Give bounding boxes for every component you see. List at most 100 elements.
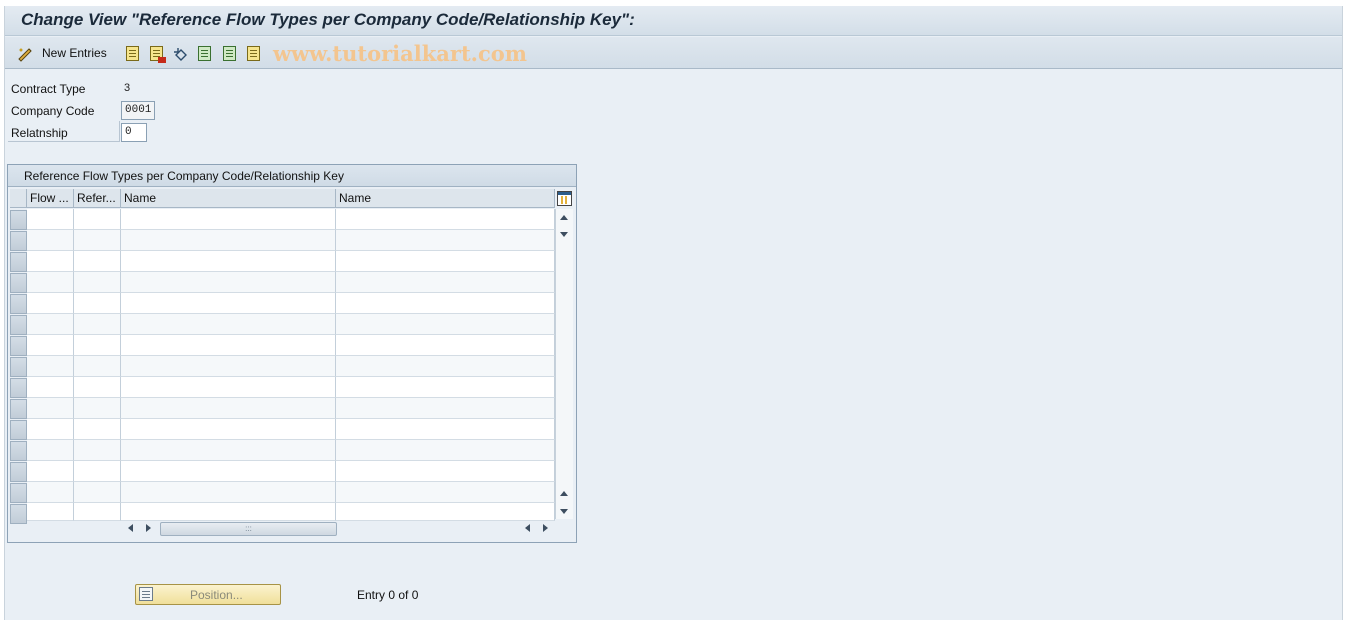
table-cell[interactable]	[121, 314, 336, 335]
row-selector[interactable]	[10, 252, 27, 272]
table-cell[interactable]	[336, 314, 555, 335]
table-cell[interactable]	[336, 356, 555, 377]
delete-button[interactable]	[150, 45, 166, 63]
deselect-all-button[interactable]	[247, 45, 260, 61]
table-cell[interactable]	[336, 482, 555, 503]
table-cell[interactable]	[121, 272, 336, 293]
table-cell[interactable]	[27, 335, 74, 356]
row-selector[interactable]	[10, 357, 27, 377]
horizontal-scroll-thumb[interactable]: :::	[160, 522, 337, 536]
row-selector[interactable]	[10, 315, 27, 335]
table-cell[interactable]	[74, 293, 121, 314]
scroll-up-icon[interactable]	[560, 215, 568, 220]
row-selector[interactable]	[10, 210, 27, 230]
vertical-scrollbar[interactable]	[555, 209, 573, 519]
table-cell[interactable]	[121, 209, 336, 230]
table-cell[interactable]	[121, 251, 336, 272]
table-cell[interactable]	[336, 440, 555, 461]
scroll-right-icon[interactable]	[146, 524, 151, 532]
scroll-down-icon[interactable]	[560, 232, 568, 237]
row-selector[interactable]	[10, 273, 27, 293]
row-selector[interactable]	[10, 420, 27, 440]
copy-as-button[interactable]	[126, 45, 139, 61]
table-cell[interactable]	[121, 356, 336, 377]
row-selector[interactable]	[10, 231, 27, 251]
row-selector[interactable]	[10, 336, 27, 356]
column-header-name-1[interactable]: Name	[121, 189, 336, 208]
new-entries-button[interactable]: New Entries	[17, 45, 107, 62]
table-cell[interactable]	[336, 377, 555, 398]
table-cell[interactable]	[121, 377, 336, 398]
row-selector[interactable]	[10, 504, 27, 524]
row-selector[interactable]	[10, 399, 27, 419]
table-cell[interactable]	[74, 377, 121, 398]
table-cell[interactable]	[74, 440, 121, 461]
table-cell[interactable]	[27, 398, 74, 419]
column-header-reference[interactable]: Refer...	[74, 189, 121, 208]
table-cell[interactable]	[27, 461, 74, 482]
row-selector[interactable]	[10, 441, 27, 461]
row-selector[interactable]	[10, 294, 27, 314]
company-code-field[interactable]: 0001	[121, 101, 155, 120]
table-cell[interactable]	[27, 209, 74, 230]
scroll-page-down-icon[interactable]	[560, 509, 568, 514]
table-cell[interactable]	[336, 335, 555, 356]
table-cell[interactable]	[121, 230, 336, 251]
table-cell[interactable]	[336, 398, 555, 419]
table-cell[interactable]	[336, 230, 555, 251]
table-cell[interactable]	[27, 272, 74, 293]
row-selector[interactable]	[10, 483, 27, 503]
table-cell[interactable]	[74, 503, 121, 521]
table-cell[interactable]	[74, 335, 121, 356]
table-cell[interactable]	[121, 482, 336, 503]
table-cell[interactable]	[336, 293, 555, 314]
table-cell[interactable]	[27, 482, 74, 503]
table-cell[interactable]	[336, 461, 555, 482]
select-all-button[interactable]	[198, 45, 211, 61]
scroll-page-up-icon[interactable]	[560, 491, 568, 496]
select-block-button[interactable]	[223, 45, 236, 61]
table-cell[interactable]	[27, 377, 74, 398]
table-cell[interactable]	[27, 230, 74, 251]
table-cell[interactable]	[74, 209, 121, 230]
scroll-right-end-icon[interactable]	[543, 524, 548, 532]
table-cell[interactable]	[27, 314, 74, 335]
select-all-rows-header[interactable]	[10, 189, 27, 208]
table-cell[interactable]	[27, 293, 74, 314]
row-selector[interactable]	[10, 378, 27, 398]
table-cell[interactable]	[74, 356, 121, 377]
position-button[interactable]: Position...	[135, 584, 281, 605]
table-cell[interactable]	[121, 293, 336, 314]
table-cell[interactable]	[74, 419, 121, 440]
table-cell[interactable]	[74, 230, 121, 251]
table-cell[interactable]	[336, 503, 555, 521]
table-cell[interactable]	[27, 503, 74, 521]
table-cell[interactable]	[121, 503, 336, 521]
table-cell[interactable]	[74, 461, 121, 482]
table-cell[interactable]	[121, 419, 336, 440]
scroll-left-icon[interactable]	[128, 524, 133, 532]
table-cell[interactable]	[74, 272, 121, 293]
table-cell[interactable]	[336, 209, 555, 230]
table-cell[interactable]	[121, 440, 336, 461]
table-cell[interactable]	[336, 251, 555, 272]
table-cell[interactable]	[121, 335, 336, 356]
table-cell[interactable]	[74, 482, 121, 503]
undo-change-button[interactable]	[173, 45, 188, 61]
table-settings-icon[interactable]	[557, 191, 572, 206]
table-cell[interactable]	[27, 440, 74, 461]
table-cell[interactable]	[74, 398, 121, 419]
table-cell[interactable]	[74, 251, 121, 272]
table-cell[interactable]	[74, 314, 121, 335]
table-cell[interactable]	[27, 356, 74, 377]
table-cell[interactable]	[121, 461, 336, 482]
column-header-name-2[interactable]: Name	[336, 189, 555, 208]
column-header-flow[interactable]: Flow ...	[27, 189, 74, 208]
table-cell[interactable]	[121, 398, 336, 419]
row-selector[interactable]	[10, 462, 27, 482]
table-cell[interactable]	[27, 419, 74, 440]
table-cell[interactable]	[27, 251, 74, 272]
relationship-field[interactable]: 0	[121, 123, 147, 142]
table-cell[interactable]	[336, 419, 555, 440]
scroll-left-end-icon[interactable]	[525, 524, 530, 532]
